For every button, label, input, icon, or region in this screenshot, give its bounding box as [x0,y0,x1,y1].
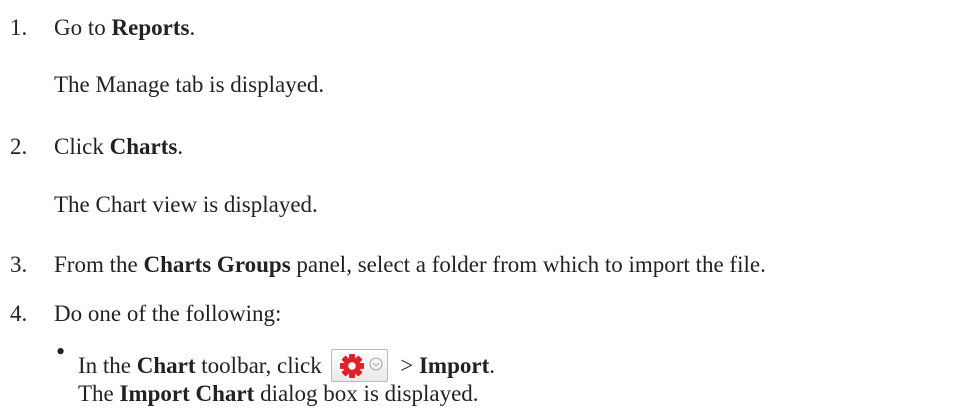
gear-icon [340,354,384,378]
substep-4a: In the Chart toolbar, click > Import. [78,340,495,382]
step-number: 4. [10,301,28,326]
bullet-icon: • [56,337,66,366]
charts-label: Charts [109,134,178,159]
step-number: 3. [10,252,28,277]
import-label: Import [418,353,490,378]
import-chart-label: Import Chart [119,381,255,406]
step-text: Click [54,134,110,159]
step-result-text: The Chart view is displayed. [54,192,318,217]
step-number: 1. [10,15,28,40]
charts-groups-label: Charts Groups [143,252,291,277]
reports-label: Reports [111,15,190,40]
step-text: Do one of the following: [54,301,282,326]
step-result-text: The Manage tab is displayed. [54,72,325,97]
chevron-down-icon [369,357,384,371]
chart-label: Chart [136,353,196,378]
step-number: 2. [10,134,28,159]
step-text: From the [54,252,144,277]
substep-4a-result: The Import Chart dialog box is displayed… [78,381,479,406]
step-text: Go to [54,15,112,40]
gear-dropdown-button[interactable] [331,349,389,382]
